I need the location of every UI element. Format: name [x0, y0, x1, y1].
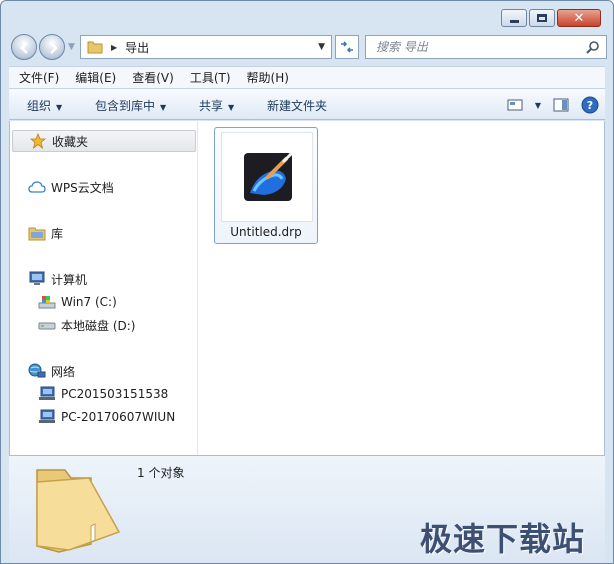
library-icon: [28, 224, 46, 242]
search-box[interactable]: [365, 35, 607, 59]
networked-computer-icon: [38, 385, 56, 403]
nav-item-libraries[interactable]: 库: [28, 222, 63, 244]
recent-pages-dropdown[interactable]: ▼: [68, 42, 75, 52]
menu-view[interactable]: 查看(V): [122, 69, 180, 86]
folder-icon: [36, 469, 121, 553]
chevron-down-icon: ▼: [160, 103, 167, 112]
menu-tools[interactable]: 工具(T): [180, 69, 237, 86]
file-list: Untitled.drp: [199, 121, 604, 455]
nav-item-drive-c[interactable]: Win7 (C:): [38, 291, 117, 313]
menu-edit[interactable]: 编辑(E): [65, 69, 122, 86]
nav-item-drive-d[interactable]: 本地磁盘 (D:): [38, 314, 135, 336]
nav-label-drive-d: 本地磁盘 (D:): [61, 318, 136, 333]
command-bar: 组织 ▼ 包含到库中 ▼ 共享 ▼ 新建文件夹 ▼ ?: [9, 88, 605, 120]
cloud-icon: [28, 178, 46, 196]
nav-label-pc1: PC201503151538: [61, 387, 169, 401]
details-pane: 1 个对象 极速下载站: [9, 455, 605, 563]
file-thumbnail: [221, 132, 313, 222]
organize-button[interactable]: 组织 ▼: [27, 97, 62, 114]
hard-drive-icon: [38, 316, 56, 334]
include-in-library-button[interactable]: 包含到库中 ▼: [95, 97, 166, 114]
system-drive-icon: [38, 293, 56, 311]
maximize-button[interactable]: [529, 9, 555, 27]
share-button[interactable]: 共享 ▼: [199, 97, 234, 114]
computer-icon: [28, 270, 46, 288]
navigation-row: ▼ ▶ 导出 ▼: [9, 33, 607, 61]
caption-buttons: ✕: [501, 9, 601, 27]
view-dropdown-icon[interactable]: ▼: [535, 101, 541, 110]
new-folder-label: 新建文件夹: [267, 99, 328, 113]
new-folder-button[interactable]: 新建文件夹: [267, 97, 327, 114]
star-icon: [29, 132, 47, 150]
close-button[interactable]: ✕: [557, 9, 601, 27]
network-icon: [28, 362, 46, 380]
organize-label: 组织: [27, 99, 52, 113]
nav-item-favorites[interactable]: 收藏夹: [12, 130, 196, 152]
minimize-button[interactable]: [501, 9, 527, 27]
menu-file[interactable]: 文件(F): [9, 69, 65, 86]
menu-help[interactable]: 帮助(H): [237, 69, 295, 86]
breadcrumb-current[interactable]: 导出: [125, 39, 149, 56]
include-in-library-label: 包含到库中: [95, 99, 156, 113]
address-dropdown-icon[interactable]: ▼: [318, 42, 325, 52]
nav-item-pc1[interactable]: PC201503151538: [38, 383, 168, 405]
maximize-icon: [537, 14, 547, 22]
share-label: 共享: [199, 99, 224, 113]
networked-computer-icon: [38, 408, 56, 426]
nav-label-favorites: 收藏夹: [52, 134, 89, 149]
change-view-icon[interactable]: [507, 98, 523, 112]
paint-brush-icon: [244, 153, 292, 201]
item-count: 1 个对象: [137, 466, 185, 480]
refresh-icon: [341, 41, 353, 53]
nav-label-wps-cloud: WPS云文档: [51, 180, 114, 195]
chevron-down-icon: ▼: [228, 103, 235, 112]
nav-label-pc2: PC-20170607WIUN: [61, 410, 176, 424]
back-button[interactable]: [11, 34, 37, 60]
nav-item-network[interactable]: 网络: [28, 360, 75, 382]
search-icon[interactable]: [586, 40, 600, 54]
nav-label-libraries: 库: [51, 226, 64, 241]
file-name: Untitled.drp: [230, 225, 302, 239]
address-bar[interactable]: ▶ 导出 ▼: [80, 35, 332, 59]
forward-button[interactable]: [39, 34, 65, 60]
navigation-pane: 收藏夹 WPS云文档 库 计算机 Win7 (C:) 本地磁盘 (D:) 网络 …: [10, 121, 198, 455]
help-icon[interactable]: ?: [581, 96, 599, 114]
nav-item-pc2[interactable]: PC-20170607WIUN: [38, 406, 175, 428]
nav-item-wps-cloud[interactable]: WPS云文档: [28, 176, 114, 198]
forward-arrow-icon: [50, 42, 58, 54]
breadcrumb-separator-icon[interactable]: ▶: [111, 43, 117, 52]
watermark-logo: 极速下载站: [419, 520, 585, 558]
nav-label-drive-c: Win7 (C:): [61, 295, 117, 309]
refresh-button[interactable]: [335, 35, 359, 59]
folder-icon: [87, 41, 103, 54]
chevron-down-icon: ▼: [56, 103, 63, 112]
minimize-icon: [509, 19, 519, 23]
view-controls: ▼ ?: [507, 96, 599, 114]
nav-item-computer[interactable]: 计算机: [28, 268, 87, 290]
nav-label-network: 网络: [51, 364, 76, 379]
search-input[interactable]: [376, 40, 576, 54]
content-area: 收藏夹 WPS云文档 库 计算机 Win7 (C:) 本地磁盘 (D:) 网络 …: [9, 121, 605, 455]
svg-text:?: ?: [587, 99, 593, 112]
close-icon: ✕: [573, 10, 585, 26]
back-arrow-icon: [20, 42, 28, 54]
preview-pane-icon[interactable]: [553, 98, 569, 112]
explorer-window: ✕ ▼ ▶ 导出 ▼ 文件(F) 编辑(E) 查看(V) 工具(T) 帮助(H): [0, 0, 614, 564]
file-item[interactable]: Untitled.drp: [214, 127, 318, 244]
nav-label-computer: 计算机: [51, 272, 88, 287]
menu-bar: 文件(F) 编辑(E) 查看(V) 工具(T) 帮助(H): [9, 66, 605, 88]
